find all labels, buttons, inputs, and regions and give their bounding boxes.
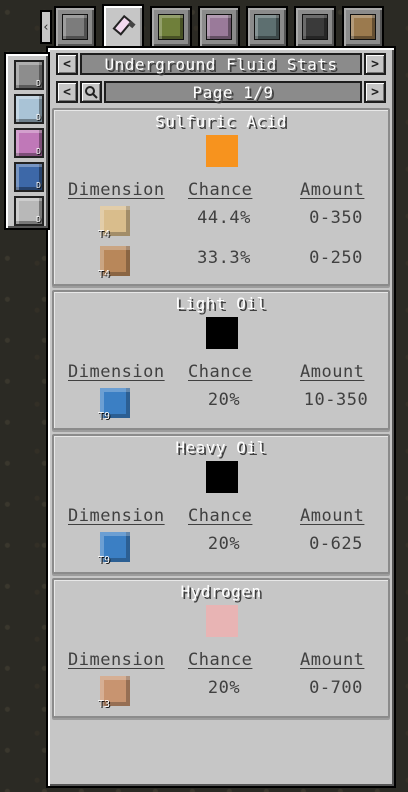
tier-label: T9	[98, 555, 111, 566]
page-next-button[interactable]: >	[364, 81, 386, 103]
wood-crate-icon	[350, 14, 376, 40]
amount-value: 0-250	[309, 248, 363, 268]
tier-label: T4	[98, 229, 111, 240]
planet-icon[interactable]: T4	[98, 206, 130, 240]
tab-6[interactable]	[294, 6, 336, 48]
slot-mark: D	[36, 113, 41, 122]
search-button[interactable]	[80, 81, 102, 103]
page-indicator: Page 1/9	[104, 81, 362, 103]
dimension-header: Dimension	[68, 362, 165, 382]
light-blue-drill-block-icon[interactable]: D	[14, 94, 44, 124]
fluid-name: Sulfuric Acid	[155, 112, 287, 131]
amount-header: Amount	[300, 650, 365, 670]
fluid-swatch[interactable]	[206, 605, 238, 637]
fluid-swatch[interactable]	[206, 135, 238, 167]
planet-icon[interactable]: T3	[98, 676, 130, 710]
category-prev-button[interactable]: <	[56, 53, 78, 75]
tab-7[interactable]	[342, 6, 384, 48]
tab-3[interactable]	[150, 6, 192, 48]
magnifier-icon	[85, 86, 98, 99]
fluid-name: Heavy Oil	[175, 438, 267, 457]
chance-value: 33.3%	[197, 248, 251, 268]
dimension-header: Dimension	[68, 506, 165, 526]
tier-label: T9	[98, 411, 111, 422]
pink-drill-block-icon[interactable]: D	[14, 128, 44, 158]
tab-1[interactable]	[54, 6, 96, 48]
dark-machine-block-icon	[302, 14, 328, 40]
slot-mark: D	[36, 215, 41, 224]
tab-5[interactable]	[246, 6, 288, 48]
chance-header: Chance	[188, 506, 253, 526]
amount-value: 0-350	[309, 208, 363, 228]
amount-value: 10-350	[303, 390, 369, 410]
tier-label: T4	[98, 269, 111, 280]
chance-header: Chance	[188, 180, 253, 200]
amount-header: Amount	[300, 362, 365, 382]
pink-machine-block-icon	[206, 14, 232, 40]
slot-mark: D	[36, 181, 41, 190]
fluid-card: Hydrogen Dimension Chance Amount T3 20% 0-700	[52, 578, 390, 718]
amount-value: 0-700	[309, 678, 363, 698]
fluid-swatch[interactable]	[206, 461, 238, 493]
gray-machine-block-icon	[62, 14, 88, 40]
planet-icon[interactable]: T4	[98, 246, 130, 280]
amount-value: 0-625	[309, 534, 363, 554]
catalyst-panel: D D D D D	[4, 52, 50, 230]
chance-header: Chance	[188, 650, 253, 670]
chance-value: 20%	[207, 390, 241, 410]
slot-mark: D	[36, 79, 41, 88]
category-next-button[interactable]: >	[364, 53, 386, 75]
planet-icon[interactable]: T9	[98, 532, 130, 566]
fluid-name: Light Oil	[175, 294, 267, 313]
teal-machine-block-icon	[254, 14, 280, 40]
fluid-card: Heavy Oil Dimension Chance Amount T9 20% 0-625	[52, 434, 390, 574]
fluid-name: Hydrogen	[180, 582, 262, 601]
fluid-card: Light Oil Dimension Chance Amount T9 20% 10-35…	[52, 290, 390, 430]
tab-4[interactable]	[198, 6, 240, 48]
dimension-header: Dimension	[68, 180, 165, 200]
fluid-card: Sulfuric Acid Dimension Chance Amount T4 44.4…	[52, 108, 390, 286]
chance-header: Chance	[188, 362, 253, 382]
chance-value: 44.4%	[197, 208, 251, 228]
chance-value: 20%	[207, 534, 241, 554]
tab-2[interactable]	[102, 4, 144, 50]
white-drill-block-icon[interactable]: D	[14, 196, 44, 226]
blue-drill-block-icon[interactable]: D	[14, 162, 44, 192]
tier-label: T3	[98, 699, 111, 710]
slot-mark: D	[36, 147, 41, 156]
green-wood-crate-icon	[158, 14, 184, 40]
chance-value: 20%	[207, 678, 241, 698]
tabs-prev-button[interactable]: ‹	[40, 10, 52, 44]
amount-header: Amount	[300, 506, 365, 526]
fluid-swatch[interactable]	[206, 317, 238, 349]
gray-drill-block-icon[interactable]: D	[14, 60, 44, 90]
amount-header: Amount	[300, 180, 365, 200]
planet-icon[interactable]: T9	[98, 388, 130, 422]
category-title: Underground Fluid Stats	[80, 53, 362, 75]
page-prev-button[interactable]: <	[56, 81, 78, 103]
dimension-header: Dimension	[68, 650, 165, 670]
chemical-flask-icon	[110, 14, 136, 40]
